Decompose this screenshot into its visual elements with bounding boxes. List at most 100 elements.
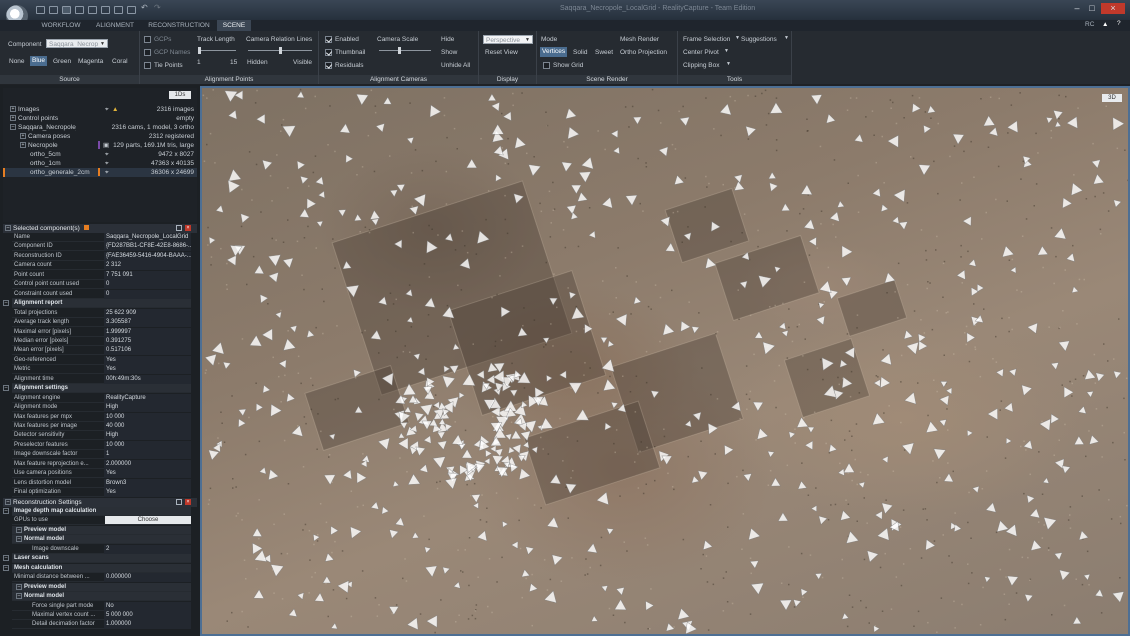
camera-pose-icon[interactable] — [238, 213, 251, 225]
camera-pose-icon[interactable] — [987, 406, 1003, 421]
camera-pose-icon[interactable] — [576, 191, 588, 202]
camera-pose-icon[interactable] — [972, 484, 982, 494]
camera-pose-icon[interactable] — [839, 274, 852, 287]
camera-pose-icon[interactable] — [487, 93, 497, 101]
camera-pose-icon[interactable] — [502, 111, 515, 123]
camera-pose-icon[interactable] — [392, 480, 400, 488]
camera-pose-icon[interactable] — [1005, 523, 1018, 537]
camera-pose-icon[interactable] — [752, 398, 766, 412]
camera-pose-icon[interactable] — [281, 255, 294, 269]
camera-pose-icon[interactable] — [316, 219, 325, 228]
camera-pose-icon[interactable] — [252, 264, 265, 277]
collapse-icon[interactable]: – — [3, 508, 9, 514]
camera-pose-icon[interactable] — [268, 272, 282, 284]
color-coral-option[interactable]: Coral — [112, 58, 128, 65]
camera-pose-icon[interactable] — [521, 569, 531, 578]
track-length-slider[interactable] — [198, 47, 236, 54]
camera-pose-icon[interactable] — [984, 575, 991, 583]
reset-view-button[interactable]: Reset View — [485, 49, 518, 56]
gcp-names-checkbox[interactable] — [144, 49, 151, 56]
camera-pose-icon[interactable] — [257, 292, 269, 304]
camera-pose-icon[interactable] — [749, 560, 759, 569]
camera-pose-icon[interactable] — [322, 552, 335, 565]
camera-pose-icon[interactable] — [815, 315, 826, 326]
property-row[interactable]: GPUs to use Choose — [12, 516, 191, 526]
mode-vertices-option[interactable]: Vertices — [540, 47, 568, 57]
property-row[interactable]: Component ID {FD287BB1-CF8E-42E8-8686-... — [12, 242, 191, 252]
camera-pose-icon[interactable] — [675, 607, 690, 620]
camera-pose-icon[interactable] — [370, 501, 380, 510]
camera-pose-icon[interactable] — [837, 245, 853, 261]
tree-item-ortho-1cm[interactable]: ortho_1cm ⌖ 47363 x 40135 — [3, 159, 197, 168]
camera-pose-icon[interactable] — [690, 475, 700, 484]
camera-pose-icon[interactable] — [432, 456, 447, 469]
camera-pose-icon[interactable] — [1053, 108, 1064, 120]
property-value[interactable]: High — [104, 403, 191, 413]
expand-icon[interactable]: + — [10, 115, 16, 122]
camera-pose-icon[interactable] — [510, 136, 527, 152]
camera-pose-icon[interactable] — [506, 446, 516, 454]
property-value[interactable]: 5 000 000 — [104, 610, 191, 620]
camera-pose-icon[interactable] — [800, 588, 809, 597]
collapse-icon[interactable]: – — [3, 300, 9, 307]
camera-pose-icon[interactable] — [1094, 588, 1104, 599]
camera-pose-icon[interactable] — [881, 455, 889, 464]
layout-6-icon[interactable] — [127, 6, 136, 14]
camera-pose-icon[interactable] — [945, 386, 955, 395]
camera-pose-icon[interactable] — [858, 481, 867, 489]
camera-pose-icon[interactable] — [814, 571, 823, 580]
camera-pose-icon[interactable] — [266, 251, 281, 267]
tree-item-camera-poses[interactable]: + Camera poses 2312 registered — [3, 132, 197, 141]
camera-pose-icon[interactable] — [1050, 413, 1060, 424]
camera-pose-icon[interactable] — [397, 437, 409, 450]
camera-pose-icon[interactable] — [377, 434, 394, 451]
camera-pose-icon[interactable] — [516, 467, 531, 481]
camera-pose-icon[interactable] — [615, 584, 627, 596]
camera-pose-icon[interactable] — [323, 470, 338, 486]
camera-pose-icon[interactable] — [413, 190, 431, 207]
property-value[interactable]: 0 — [104, 280, 191, 290]
tab-workflow[interactable]: WORKFLOW — [33, 20, 89, 31]
property-value[interactable]: Saqqara_Necropole_LocalGrid — [104, 233, 191, 242]
camera-pose-icon[interactable] — [1008, 368, 1018, 378]
camera-pose-icon[interactable] — [612, 599, 627, 615]
property-section[interactable]: Normal model – — [12, 535, 191, 545]
camera-scale-slider[interactable] — [379, 47, 431, 54]
camera-pose-icon[interactable] — [631, 114, 642, 125]
camera-pose-icon[interactable] — [977, 283, 985, 293]
camera-pose-icon[interactable] — [294, 160, 306, 171]
camera-pose-icon[interactable] — [352, 471, 368, 486]
projection-dropdown[interactable]: Perspective ▼ — [483, 35, 533, 44]
camera-pose-icon[interactable] — [298, 208, 310, 221]
camera-pose-icon[interactable] — [1018, 381, 1033, 397]
color-none-option[interactable]: None — [9, 58, 25, 65]
collapse-icon[interactable]: – — [5, 499, 11, 506]
camera-pose-icon[interactable] — [1095, 370, 1106, 382]
camera-pose-icon[interactable] — [968, 258, 978, 267]
camera-pose-icon[interactable] — [1037, 245, 1049, 256]
camera-pose-icon[interactable] — [866, 548, 879, 563]
tree-item-images[interactable]: + Images ⌖ ▲ 2316 images — [3, 105, 197, 114]
camera-pose-icon[interactable] — [407, 473, 421, 485]
camera-pose-icon[interactable] — [429, 104, 442, 118]
camera-pose-icon[interactable] — [342, 468, 355, 480]
center-pivot-button[interactable]: Center Pivot — [683, 49, 719, 56]
camera-pose-icon[interactable] — [453, 581, 462, 589]
camera-pose-icon[interactable] — [660, 322, 675, 336]
color-blue-option[interactable]: Blue — [30, 56, 48, 66]
camera-pose-icon[interactable] — [472, 502, 481, 510]
property-value[interactable]: 1.000000 — [104, 620, 191, 630]
camera-pose-icon[interactable] — [816, 301, 825, 309]
camera-pose-icon[interactable] — [226, 254, 240, 267]
residuals-checkbox[interactable] — [325, 62, 332, 69]
camera-pose-icon[interactable] — [873, 625, 880, 633]
camera-pose-icon[interactable] — [1072, 616, 1083, 628]
camera-pose-icon[interactable] — [701, 539, 713, 551]
property-value[interactable]: RealityCapture — [104, 393, 191, 403]
property-value[interactable]: No — [104, 601, 191, 611]
camera-pose-icon[interactable] — [1078, 530, 1089, 542]
property-value[interactable]: Yes — [104, 355, 191, 365]
camera-pose-icon[interactable] — [304, 329, 315, 340]
undock-icon[interactable] — [176, 499, 182, 505]
tree-item-control-points[interactable]: + Control points empty — [3, 114, 197, 123]
